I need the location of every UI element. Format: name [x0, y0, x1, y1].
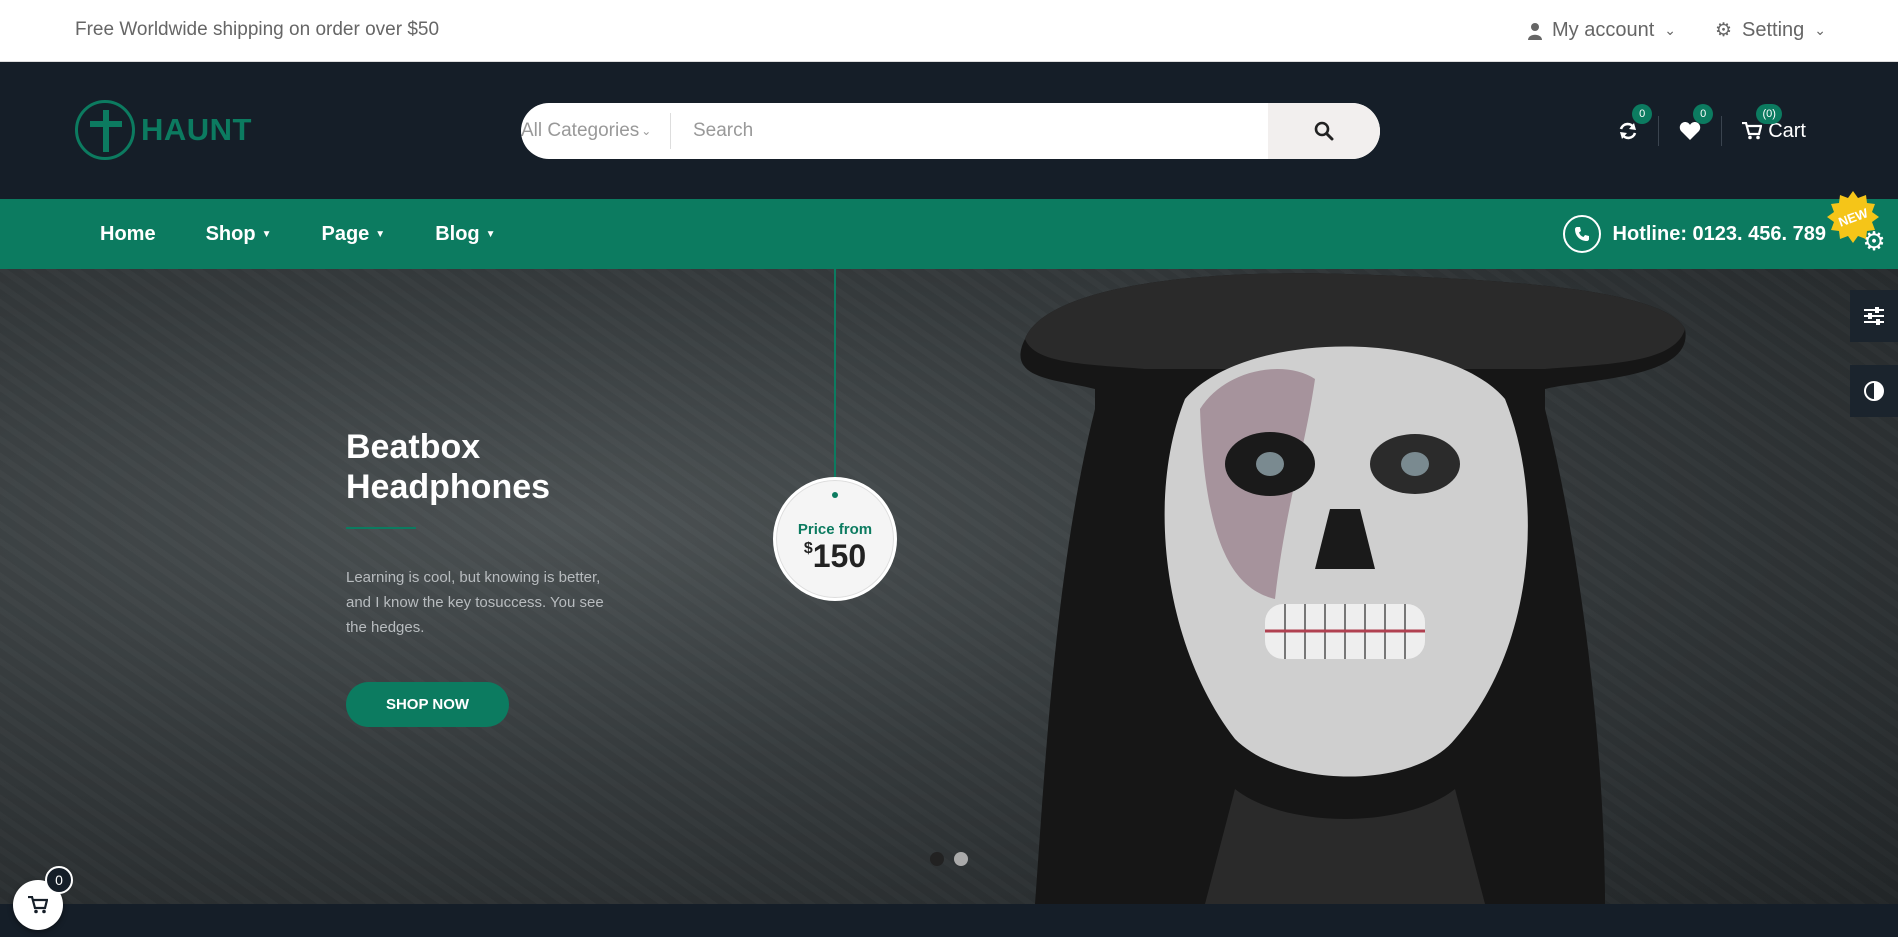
hero-title: Beatbox Headphones — [346, 427, 550, 507]
cart-icon — [28, 896, 48, 914]
price-tag-string — [834, 269, 836, 494]
shop-now-button[interactable]: SHOP NOW — [346, 682, 509, 727]
hotline[interactable]: Hotline: 0123. 456. 789 — [1562, 215, 1826, 253]
contrast-toggle-button[interactable] — [1850, 365, 1898, 417]
nav-item-home[interactable]: Home — [75, 223, 181, 246]
search-input[interactable] — [671, 103, 1268, 159]
user-icon — [1528, 22, 1542, 40]
setting-label: Setting — [1742, 19, 1805, 41]
nav-item-shop[interactable]: Shop ▼ — [181, 223, 297, 246]
hero-description: Learning is cool, but knowing is better,… — [346, 569, 604, 636]
logo[interactable]: HAUNT — [75, 100, 252, 160]
shipping-notice: Free Worldwide shipping on order over $5… — [75, 19, 440, 40]
chevron-down-icon: ⌄ — [1664, 22, 1676, 38]
search-icon — [1314, 121, 1334, 141]
hotline-text: Hotline: 0123. 456. 789 — [1612, 222, 1826, 245]
price-label: Price from — [797, 521, 873, 538]
chevron-down-icon: ⌄ — [641, 124, 652, 138]
nav-blog-label: Blog — [435, 222, 480, 245]
top-bar: Free Worldwide shipping on order over $5… — [0, 0, 1898, 62]
heart-icon — [1679, 122, 1701, 140]
hero-divider — [346, 527, 416, 529]
cart-count-badge: (0) — [1756, 104, 1783, 124]
new-badge-icon: NEW — [1827, 191, 1879, 243]
compare-button[interactable]: 0 — [1598, 104, 1658, 146]
side-toolbar: ⚙ — [1850, 215, 1898, 440]
search-bar: All Categories ⌄ — [521, 103, 1380, 159]
wishlist-count-badge: 0 — [1693, 104, 1714, 124]
chevron-down-icon: ▼ — [375, 228, 386, 240]
price-tag-pin — [832, 492, 838, 498]
setting-menu[interactable]: ⚙ Setting ⌄ — [1715, 19, 1826, 42]
nav-home-label: Home — [100, 222, 156, 245]
nav-item-blog[interactable]: Blog ▼ — [410, 223, 520, 246]
bottom-strip — [0, 904, 1898, 937]
phone-icon — [1562, 215, 1601, 253]
chevron-down-icon: ▼ — [485, 228, 496, 240]
filter-panel-button[interactable] — [1850, 290, 1898, 342]
hero-title-line2: Headphones — [346, 468, 551, 506]
search-button[interactable] — [1268, 103, 1380, 159]
wishlist-button[interactable]: 0 — [1658, 104, 1721, 146]
chevron-down-icon: ⌄ — [1814, 22, 1826, 38]
slider-dot-1[interactable] — [930, 852, 944, 866]
sliders-icon — [1864, 307, 1884, 325]
price-value: 150 — [812, 538, 867, 574]
cart-icon — [1742, 122, 1763, 140]
cart-button[interactable]: (0) Cart — [1721, 104, 1826, 146]
nav-page-label: Page — [321, 222, 370, 245]
floating-cart-count: 0 — [45, 866, 73, 894]
header: HAUNT All Categories ⌄ 0 0 (0) Cart — [0, 62, 1898, 199]
header-actions: 0 0 (0) Cart — [1598, 104, 1826, 152]
price-currency: $ — [803, 540, 813, 557]
slider-pagination — [930, 852, 968, 866]
category-select-label: All Categories — [521, 120, 640, 141]
my-account-label: My account — [1552, 19, 1655, 41]
slider-dot-2[interactable] — [954, 852, 968, 866]
my-account-menu[interactable]: My account ⌄ — [1528, 19, 1676, 42]
logo-cross-icon — [75, 100, 135, 160]
nav-item-page[interactable]: Page ▼ — [296, 223, 410, 246]
nav-shop-label: Shop — [205, 222, 256, 245]
hero-image — [1020, 273, 1686, 904]
brand-name: HAUNT — [141, 112, 252, 147]
chevron-down-icon: ▼ — [261, 228, 272, 240]
main-navigation: Home Shop ▼ Page ▼ Blog ▼ Hotline: 0123. 45… — [0, 199, 1898, 269]
floating-cart-button[interactable]: 0 — [13, 866, 73, 930]
category-select[interactable]: All Categories ⌄ — [521, 113, 671, 149]
compare-count-badge: 0 — [1632, 104, 1653, 124]
hero-slider: Beatbox Headphones Learning is cool, but … — [0, 269, 1898, 904]
gear-icon: ⚙ — [1714, 20, 1732, 41]
contrast-icon — [1864, 381, 1884, 401]
hero-title-line1: Beatbox — [346, 428, 481, 466]
refresh-icon — [1619, 122, 1637, 140]
price-amount: $150 — [804, 538, 866, 575]
